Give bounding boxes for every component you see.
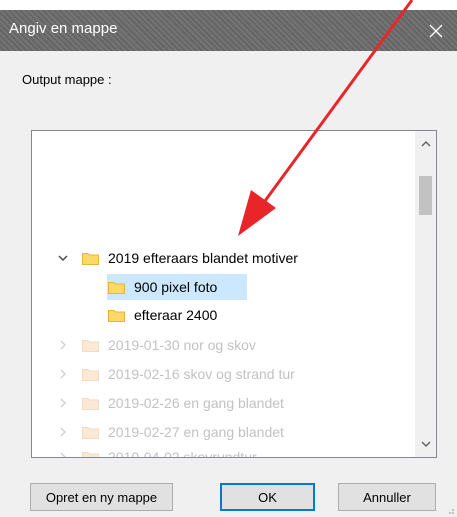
tree-item[interactable]: 2019-02-16 skov og strand tur bbox=[56, 362, 295, 386]
new-folder-button[interactable]: Opret en ny mappe bbox=[30, 483, 173, 511]
scroll-down-icon bbox=[421, 441, 431, 447]
tree-item[interactable]: 2019-02-26 en gang blandet bbox=[56, 391, 284, 415]
folder-icon bbox=[82, 251, 99, 265]
tree-item-label: 2019-02-26 en gang blandet bbox=[108, 395, 284, 411]
chevron-right-icon[interactable] bbox=[56, 367, 70, 381]
close-button[interactable] bbox=[415, 10, 457, 51]
tree-item-label: 2019-02-16 skov og strand tur bbox=[108, 366, 295, 382]
chevron-down-icon[interactable] bbox=[56, 251, 70, 265]
tree-item-selected[interactable]: 900 pixel foto bbox=[108, 275, 217, 299]
tree-item[interactable]: 2010-04-02 skovrundtur bbox=[56, 445, 257, 458]
tree-item[interactable]: 2019 efteraars blandet motiver bbox=[56, 246, 298, 270]
background-strip bbox=[0, 0, 457, 10]
tree-item[interactable]: 2019-01-30 nor og skov bbox=[56, 333, 256, 357]
tree-item[interactable]: efteraar 2400 bbox=[108, 303, 217, 327]
scroll-up-icon bbox=[421, 141, 431, 147]
dialog-titlebar: Angiv en mappe bbox=[0, 10, 457, 51]
resize-grip-icon[interactable] bbox=[447, 507, 455, 515]
tree-item-label: 2019-01-30 nor og skov bbox=[108, 337, 256, 353]
tree-item-label: 2019 efteraars blandet motiver bbox=[108, 250, 298, 266]
cancel-button[interactable]: Annuller bbox=[338, 483, 436, 511]
chevron-right-icon[interactable] bbox=[56, 396, 70, 410]
folder-icon bbox=[82, 450, 99, 457]
folder-icon bbox=[82, 367, 99, 381]
chevron-right-icon[interactable] bbox=[56, 425, 70, 439]
dialog-title: Angiv en mappe bbox=[9, 20, 118, 37]
scroll-up-button[interactable] bbox=[416, 134, 436, 154]
folder-icon bbox=[82, 396, 99, 410]
tree-item-label: 2019-02-27 en gang blandet bbox=[108, 424, 284, 440]
tree-item-label: 900 pixel foto bbox=[134, 279, 218, 295]
scroll-thumb[interactable] bbox=[419, 176, 432, 215]
close-icon bbox=[429, 24, 443, 37]
folder-tree[interactable]: 2019 efteraars blandet motiver 900 pixel… bbox=[31, 130, 437, 458]
tree-item[interactable]: 2019-02-27 en gang blandet bbox=[56, 420, 284, 444]
folder-icon bbox=[82, 338, 99, 352]
chevron-right-icon[interactable] bbox=[56, 450, 70, 457]
ok-button[interactable]: OK bbox=[220, 483, 315, 511]
folder-icon bbox=[82, 425, 99, 439]
tree-item-label: 2010-04-02 skovrundtur bbox=[108, 449, 257, 458]
folder-icon bbox=[108, 280, 125, 294]
chevron-right-icon[interactable] bbox=[56, 338, 70, 352]
tree-item-label: efteraar 2400 bbox=[134, 307, 218, 323]
vertical-scrollbar[interactable] bbox=[415, 131, 436, 457]
scroll-down-button[interactable] bbox=[416, 434, 436, 454]
output-folder-label: Output mappe : bbox=[22, 72, 112, 87]
folder-icon bbox=[108, 308, 125, 322]
